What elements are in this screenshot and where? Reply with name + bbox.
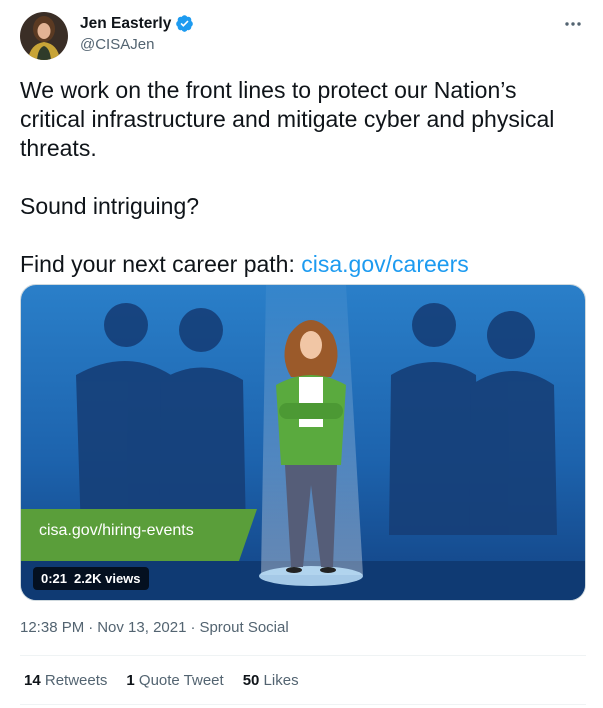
tweet-text-line: We work on the front lines to protect ou… bbox=[20, 77, 555, 161]
retweets-label: Retweets bbox=[44, 672, 108, 689]
hiring-events-banner: cisa.gov/hiring-events bbox=[39, 522, 194, 539]
author-avatar[interactable] bbox=[20, 12, 68, 60]
engagement-stats: 14 Retweets 1 Quote Tweet 50 Likes bbox=[24, 672, 299, 689]
tweet-date[interactable]: Nov 13, 2021 bbox=[97, 619, 186, 636]
likes-label: Likes bbox=[263, 672, 299, 689]
career-path-prefix: Find your next career path: bbox=[20, 251, 302, 277]
likes-stat[interactable]: 50 Likes bbox=[243, 672, 299, 689]
video-duration: 0:21 bbox=[41, 571, 68, 586]
separator: · bbox=[88, 619, 94, 636]
video-views: 2.2K views bbox=[74, 571, 141, 586]
tweet-source[interactable]: Sprout Social bbox=[199, 619, 288, 636]
divider bbox=[20, 655, 586, 656]
author-info: Jen Easterly @CISAJen bbox=[80, 14, 194, 53]
profile-photo-icon bbox=[20, 12, 68, 60]
careers-link[interactable]: cisa.gov/careers bbox=[301, 251, 468, 277]
tweet-card: Jen Easterly @CISAJen We work on the fro… bbox=[0, 0, 603, 708]
divider bbox=[20, 704, 586, 705]
author-display-name[interactable]: Jen Easterly bbox=[80, 15, 171, 33]
retweets-stat[interactable]: 14 Retweets bbox=[24, 672, 107, 689]
video-player[interactable]: cisa.gov/hiring-events 0:21 2.2K views bbox=[20, 284, 586, 601]
more-options-icon[interactable] bbox=[561, 12, 585, 36]
author-handle[interactable]: @CISAJen bbox=[80, 36, 194, 53]
tweet-text: We work on the front lines to protect ou… bbox=[20, 76, 585, 279]
quote-tweets-count: 1 bbox=[126, 672, 135, 689]
likes-count: 50 bbox=[242, 672, 260, 689]
quote-tweets-stat[interactable]: 1 Quote Tweet bbox=[126, 672, 223, 689]
video-stats-badge: 0:21 2.2K views bbox=[33, 567, 149, 590]
tweet-metadata: 12:38 PM · Nov 13, 2021 · Sprout Social bbox=[20, 619, 289, 636]
video-thumbnail bbox=[21, 285, 585, 600]
tweet-time[interactable]: 12:38 PM bbox=[20, 619, 84, 636]
quote-tweets-label: Quote Tweet bbox=[138, 672, 224, 689]
tweet-text-line: Find your next career path: cisa.gov/car… bbox=[20, 250, 585, 279]
retweets-count: 14 bbox=[24, 672, 41, 689]
separator: · bbox=[190, 619, 196, 636]
verified-badge-icon bbox=[175, 14, 194, 33]
tweet-text-line: Sound intriguing? bbox=[20, 193, 200, 219]
